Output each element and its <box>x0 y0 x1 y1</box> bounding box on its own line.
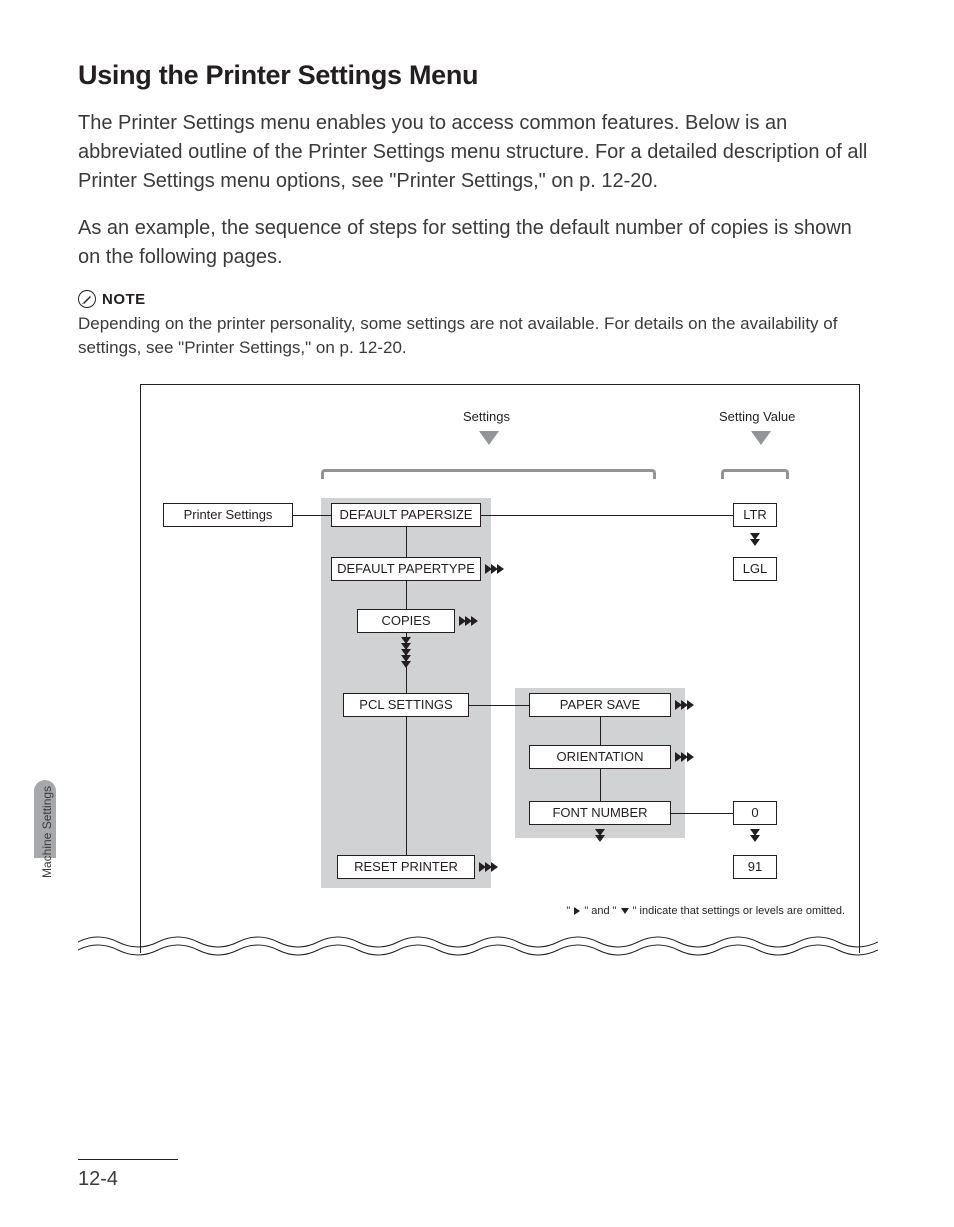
node-orientation: ORIENTATION <box>529 745 671 769</box>
chevron-right-icon <box>675 752 693 762</box>
node-pcl-settings: PCL SETTINGS <box>343 693 469 717</box>
intro-paragraph-2: As an example, the sequence of steps for… <box>78 214 876 272</box>
diagram-footnote: " " and " " indicate that settings or le… <box>566 905 845 917</box>
node-default-papersize: DEFAULT PAPERSIZE <box>331 503 481 527</box>
node-printer-settings: Printer Settings <box>163 503 293 527</box>
node-copies: COPIES <box>357 609 455 633</box>
torn-edge-decoration <box>78 930 878 956</box>
page-number: 12-4 <box>78 1168 118 1191</box>
value-lgl: LGL <box>733 557 777 581</box>
chevron-down-icon <box>750 829 760 841</box>
node-default-papertype: DEFAULT PAPERTYPE <box>331 557 481 581</box>
node-reset-printer: RESET PRINTER <box>337 855 475 879</box>
bracket-settings <box>321 469 656 479</box>
bracket-value <box>721 469 789 479</box>
column-label-value: Setting Value <box>719 409 795 424</box>
chevron-down-icon <box>401 637 411 667</box>
chevron-right-icon <box>485 564 503 574</box>
value-ltr: LTR <box>733 503 777 527</box>
footer-rule <box>78 1159 178 1160</box>
triangle-right-icon <box>574 907 580 915</box>
column-label-settings: Settings <box>463 409 510 424</box>
menu-structure-diagram: Settings Setting Value Printer Settings … <box>140 384 860 953</box>
note-text: Depending on the printer personality, so… <box>78 312 876 360</box>
intro-paragraph-1: The Printer Settings menu enables you to… <box>78 109 876 196</box>
arrow-down-icon <box>751 431 771 445</box>
note-header: NOTE <box>78 290 876 308</box>
arrow-down-icon <box>479 431 499 445</box>
node-font-number: FONT NUMBER <box>529 801 671 825</box>
section-heading: Using the Printer Settings Menu <box>78 60 876 91</box>
note-label: NOTE <box>102 291 146 308</box>
chevron-down-icon <box>595 829 605 841</box>
chevron-right-icon <box>479 862 497 872</box>
value-0: 0 <box>733 801 777 825</box>
chevron-right-icon <box>459 616 477 626</box>
pencil-circle-icon <box>78 290 96 308</box>
node-paper-save: PAPER SAVE <box>529 693 671 717</box>
value-91: 91 <box>733 855 777 879</box>
side-section-label: Machine Settings <box>40 786 54 878</box>
chevron-right-icon <box>675 700 693 710</box>
triangle-down-icon <box>621 908 629 914</box>
chevron-down-icon <box>750 533 760 545</box>
